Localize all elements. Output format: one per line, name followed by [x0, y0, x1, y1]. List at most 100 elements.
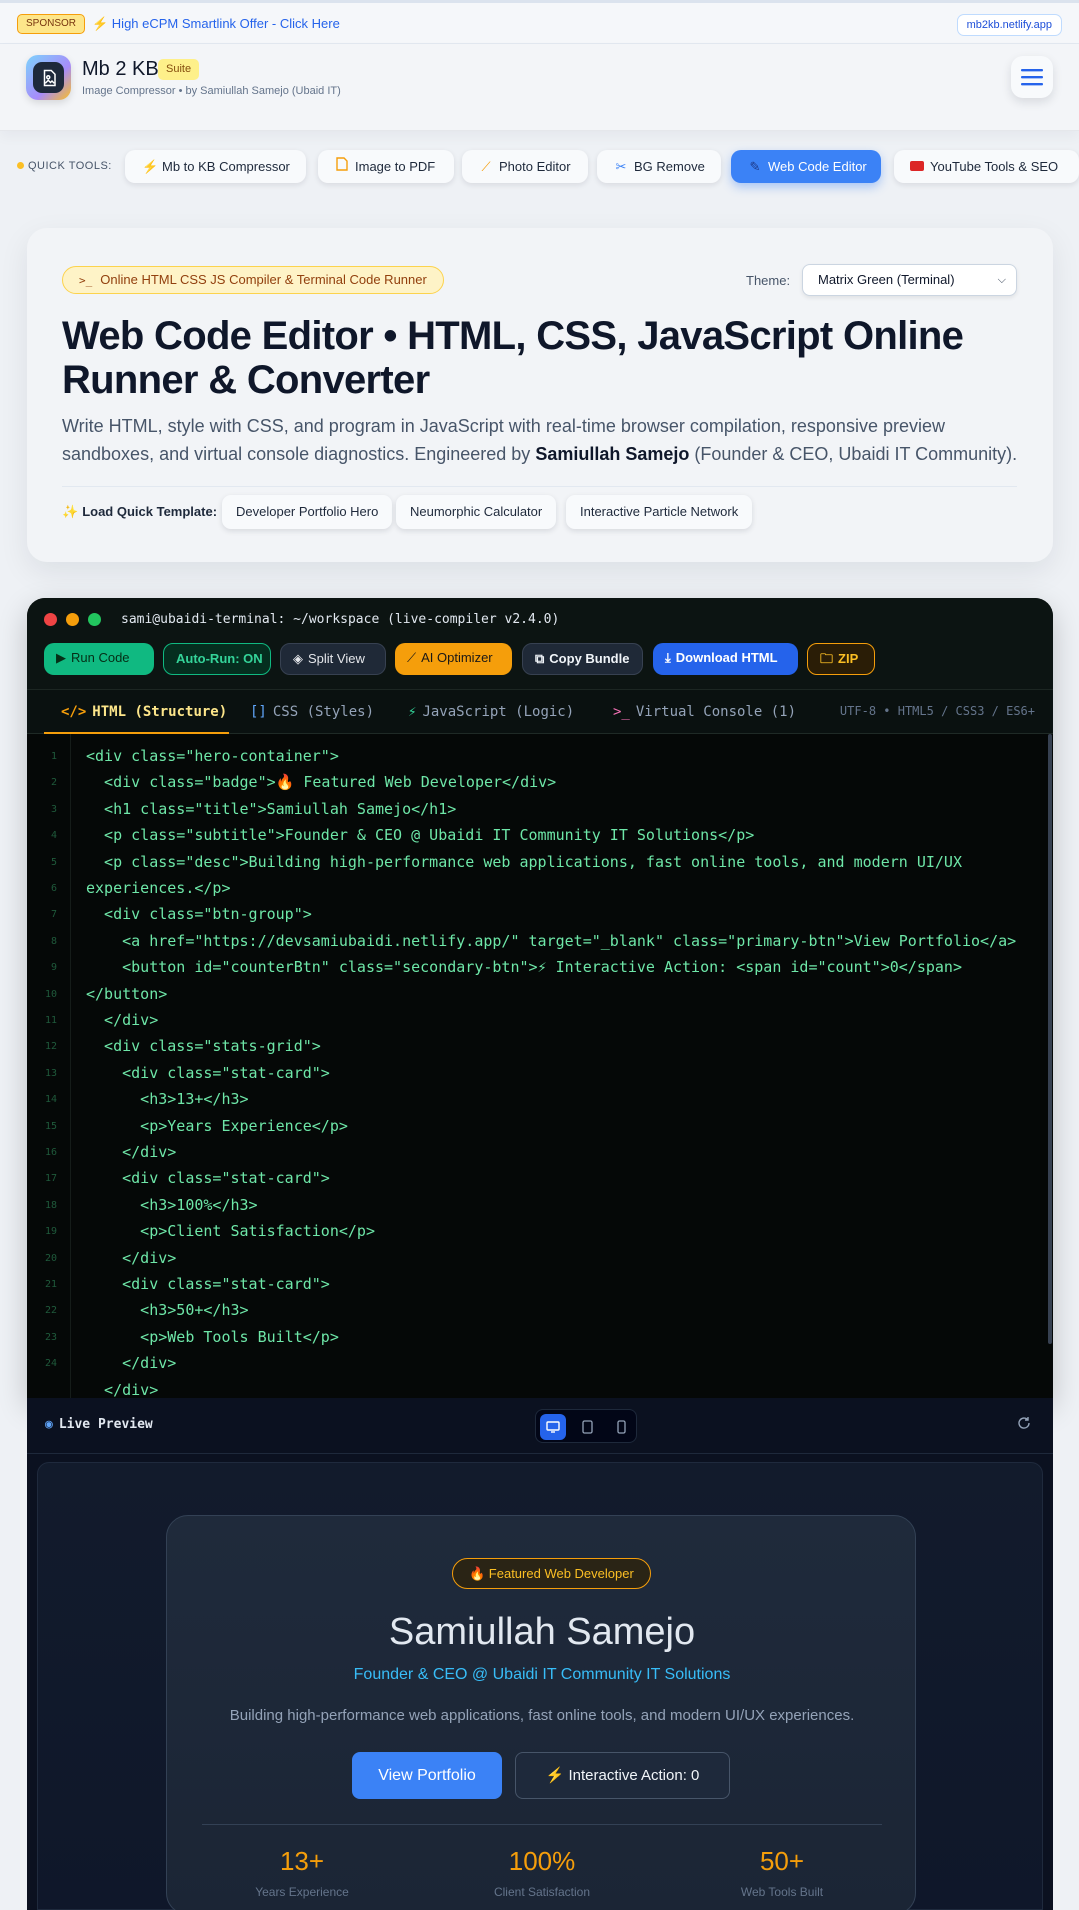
code-line: <h3>50+</h3> — [86, 1301, 249, 1320]
line-number: 17 — [44, 1173, 57, 1185]
minimize-dot-icon[interactable] — [66, 613, 79, 626]
stat-card: 13+ Years Experience — [202, 1846, 402, 1899]
refresh-icon[interactable] — [1017, 1416, 1031, 1435]
theme-label: Theme: — [746, 273, 791, 288]
hero-card: >_ Online HTML CSS JS Compiler & Terminal… — [27, 228, 1053, 562]
code-line: <h1 class="title">Samiullah Samejo</h1> — [86, 799, 457, 818]
line-number: 6 — [50, 883, 57, 894]
quick-tools-bar: QUICK TOOLS: ⚡ Mb to KB Compressor Image … — [0, 147, 1079, 189]
image-file-icon — [33, 62, 64, 93]
desktop-icon[interactable] — [540, 1414, 566, 1440]
quick-tool-label: Web Code Editor — [768, 159, 867, 174]
line-number: 22 — [44, 1305, 57, 1317]
quick-tool-image-to-pdf[interactable]: Image to PDF — [318, 150, 454, 183]
stat-label: Web Tools Built — [740, 1885, 824, 1899]
youtube-icon — [910, 150, 924, 183]
tab-virtual-console[interactable]: >_ Virtual Console (1) — [613, 690, 796, 734]
template-developer-portfolio[interactable]: Developer Portfolio Hero — [222, 495, 393, 529]
view-portfolio-button[interactable]: View Portfolio — [352, 1752, 502, 1799]
app-header: Mb 2 KB Suite Image Compressor • by Sami… — [0, 44, 1079, 131]
quick-tool-label: BG Remove — [634, 159, 705, 174]
tab-css[interactable]: [] CSS (Styles) — [250, 690, 374, 734]
app-title: Mb 2 KB — [82, 58, 159, 80]
theme-select[interactable]: Matrix Green (Terminal) ⌵ — [802, 264, 1017, 296]
code-line: <p>Years Experience</p> — [86, 1116, 348, 1135]
magic-wand-icon: ⟋ — [407, 650, 417, 665]
interactive-action-button[interactable]: ⚡ Interactive Action: 0 — [515, 1752, 730, 1799]
line-number: 4 — [50, 830, 57, 842]
line-number: 3 — [50, 803, 57, 815]
code-line: </div> — [86, 1248, 177, 1267]
line-number: 15 — [44, 1120, 57, 1132]
line-gutter: 1 2 3 4 5 6 7 8 9 10 11 12 13 14 15 16 17 18 19 20 21 22 23 24 — [27, 734, 71, 1398]
app-subtitle: Image Compressor • by Samiullah Samejo (… — [82, 85, 341, 97]
hero-badge-text: Online HTML CSS JS Compiler & Terminal C… — [100, 272, 427, 287]
quick-tool-mb-to-kb[interactable]: ⚡ Mb to KB Compressor — [125, 150, 306, 183]
code-line: <h3>13+</h3> — [86, 1090, 249, 1109]
download-html-button[interactable]: ⤓ Download HTML — [653, 643, 798, 675]
line-number: 5 — [50, 856, 57, 868]
encoding-info: UTF-8 • HTML5 / CSS3 / ES6+ — [839, 704, 1035, 718]
maximize-dot-icon[interactable] — [88, 613, 101, 626]
code-line: </button> — [86, 984, 168, 1003]
run-code-button[interactable]: ▶ Run Code — [44, 643, 154, 675]
stat-card: 50+ Web Tools Built — [682, 1846, 882, 1899]
app-logo[interactable] — [26, 55, 71, 100]
code-line: <a href="https://devsamiubaidi.netlify.a… — [86, 931, 1017, 950]
copy-bundle-button[interactable]: ⧉ Copy Bundle — [522, 643, 643, 675]
sponsor-bar: SPONSOR ⚡ High eCPM Smartlink Offer - Cl… — [0, 0, 1079, 44]
download-html-label: Download HTML — [675, 650, 778, 665]
quick-tool-youtube-tools[interactable]: YouTube Tools & SEO — [894, 150, 1079, 183]
line-number: 10 — [44, 988, 57, 1000]
layers-icon: ◈ — [293, 651, 303, 666]
hamburger-icon — [1021, 69, 1043, 86]
tab-html[interactable]: </> HTML (Structure) — [44, 690, 229, 734]
hero-description: Write HTML, style with CSS, and program … — [62, 412, 1032, 468]
tablet-icon[interactable] — [574, 1414, 600, 1440]
stat-label: Client Satisfaction — [493, 1885, 591, 1899]
magic-wand-icon: ⟋ — [481, 159, 491, 174]
line-number: 13 — [44, 1067, 57, 1079]
split-view-button[interactable]: ◈ Split View — [280, 643, 386, 675]
document-icon — [335, 150, 349, 183]
tab-html-label: HTML (Structure) — [92, 704, 228, 720]
mobile-icon[interactable] — [608, 1414, 634, 1440]
ai-optimizer-button[interactable]: ⟋ AI Optimizer — [395, 643, 512, 675]
theme-select-value: Matrix Green (Terminal) — [818, 272, 955, 287]
quick-tool-web-code-editor[interactable]: ✎ Web Code Editor — [731, 150, 881, 183]
code-line: <div class="badge">🔥 Featured Web Develo… — [86, 773, 557, 792]
sponsor-link[interactable]: ⚡ High eCPM Smartlink Offer - Click Here — [92, 16, 340, 32]
close-dot-icon[interactable] — [44, 613, 57, 626]
template-neumorphic-calculator[interactable]: Neumorphic Calculator — [396, 495, 557, 529]
code-line: <p>Client Satisfaction</p> — [86, 1222, 375, 1241]
hero-badge: >_ Online HTML CSS JS Compiler & Terminal… — [62, 266, 444, 294]
terminal-icon: >_ — [613, 704, 630, 720]
domain-pill[interactable]: mb2kb.netlify.app — [956, 14, 1062, 36]
quick-tool-photo-editor[interactable]: ⟋ Photo Editor — [462, 150, 588, 183]
sparkle-icon: ✨ — [62, 504, 79, 519]
divider — [202, 1824, 882, 1825]
auto-run-toggle[interactable]: Auto-Run: ON — [163, 643, 271, 675]
tab-css-label: CSS (Styles) — [272, 704, 375, 720]
preview-subtitle: Founder & CEO @ Ubaidi IT Community IT S… — [353, 1666, 731, 1683]
menu-button[interactable] — [1011, 56, 1053, 98]
code-area[interactable]: 1 2 3 4 5 6 7 8 9 10 11 12 13 14 15 16 17 18 19 20 21 22 23 24 … — [27, 734, 1053, 1398]
device-toggle-group — [535, 1409, 637, 1443]
line-number: 16 — [44, 1147, 57, 1158]
ai-optimizer-label: AI Optimizer — [421, 650, 493, 665]
quick-tool-label: Photo Editor — [499, 159, 571, 174]
zip-button[interactable]: 🗀 ZIP — [807, 643, 875, 675]
tab-javascript[interactable]: ⚡ JavaScript (Logic) — [408, 690, 574, 734]
quick-tool-label: Mb to KB Compressor — [162, 159, 290, 174]
split-view-label: Split View — [308, 651, 365, 666]
code-line: experiences.</p> — [86, 879, 231, 897]
code-line: <div class="stat-card"> — [86, 1275, 330, 1293]
quick-tool-bg-remove[interactable]: ✂ BG Remove — [597, 150, 721, 183]
template-particle-network[interactable]: Interactive Particle Network — [566, 495, 753, 529]
scrollbar[interactable] — [1048, 734, 1052, 1344]
code-editor-terminal: sami@ubaidi-terminal: ~/workspace (live-… — [27, 598, 1053, 1398]
line-number: 14 — [44, 1094, 57, 1106]
code-icon: ✎ — [749, 159, 761, 174]
line-number: 21 — [44, 1279, 57, 1290]
line-number: 9 — [50, 962, 57, 974]
